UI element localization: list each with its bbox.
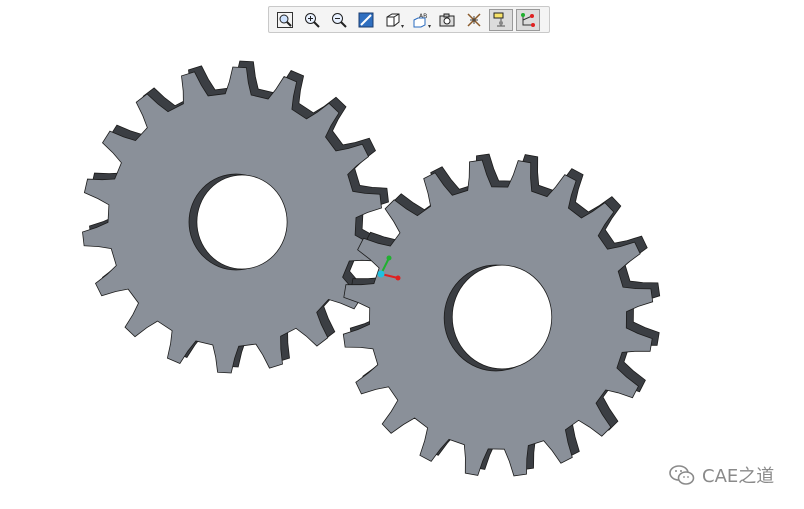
gear-right-bore-hole	[451, 264, 553, 370]
annotation-display-button[interactable]	[462, 9, 486, 31]
right-gear[interactable]	[342, 153, 661, 477]
datum-display-filter-button[interactable]	[489, 8, 513, 31]
zoom-in-icon	[305, 12, 320, 28]
watermark: CAE之道	[668, 462, 774, 488]
axes-toggle-icon	[467, 12, 481, 27]
saved-views-icon: AB	[413, 13, 427, 27]
zoom-fit-button[interactable]	[273, 9, 297, 31]
zoom-out-button[interactable]	[327, 9, 351, 31]
repaint-icon	[358, 12, 374, 27]
zoom-in-button[interactable]	[300, 9, 324, 31]
gear-left-bore-hole	[196, 174, 288, 270]
spin-center-button[interactable]	[516, 8, 540, 31]
repaint-button[interactable]	[354, 9, 378, 31]
graphics-window[interactable]: ▾ AB ▾ CAE之道	[0, 0, 804, 509]
zoom-out-icon	[332, 12, 347, 28]
watermark-text: CAE之道	[702, 466, 775, 487]
camera-icon	[439, 13, 455, 26]
saved-views-button[interactable]: AB ▾	[408, 9, 432, 31]
view-manager-button[interactable]	[435, 9, 459, 31]
model-viewport[interactable]	[0, 0, 804, 509]
cube-icon	[386, 13, 400, 26]
triad-origin	[377, 270, 385, 278]
triad-x-tip	[395, 275, 401, 281]
dropdown-arrow-icon: ▾	[400, 22, 404, 30]
left-gear[interactable]	[82, 60, 389, 374]
dropdown-arrow-icon: ▾	[427, 22, 431, 30]
datum-filter-icon	[493, 12, 505, 26]
zoom-fit-icon	[277, 11, 293, 28]
triad-y-tip	[386, 255, 392, 261]
spin-center-icon	[521, 12, 535, 27]
view-toolbar: ▾ AB ▾	[268, 6, 550, 33]
wechat-icon	[669, 465, 695, 485]
display-style-button[interactable]: ▾	[381, 9, 405, 31]
